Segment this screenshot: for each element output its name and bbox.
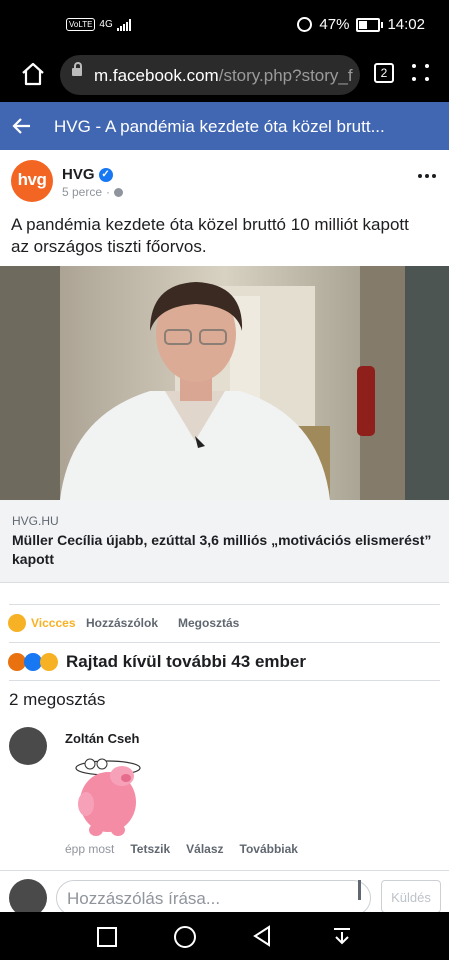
page-name[interactable]: HVG — [62, 166, 95, 183]
status-bar: VoLTE 4G 47% 14:02 — [0, 0, 449, 50]
tab-switcher-button[interactable]: 2 — [374, 63, 394, 83]
post-header: hvg HVG ✓ 5 perce · — [0, 150, 449, 210]
avatar[interactable] — [9, 727, 47, 765]
link-domain: HVG.HU — [12, 514, 59, 528]
clock: 14:02 — [387, 16, 425, 33]
battery-icon — [356, 17, 384, 32]
comment-input[interactable]: Hozzászólás írása... — [56, 880, 371, 916]
hallway-photo — [0, 266, 449, 500]
browser-menu-icon[interactable] — [412, 64, 432, 84]
signal-icon — [116, 18, 131, 31]
navigation-bar — [0, 912, 449, 960]
comment-actions: épp most Tetszik Válasz Továbbiak — [65, 842, 298, 856]
alarm-icon — [297, 17, 313, 32]
home-icon[interactable] — [20, 62, 46, 86]
recents-icon[interactable] — [97, 927, 117, 947]
comment-button[interactable]: Hozzászólok — [86, 616, 158, 630]
reactions-count-text: Rajtad kívül további 43 ember — [66, 652, 306, 671]
comment-composer: Hozzászólás írása... Küldés — [0, 870, 449, 917]
url-text: m.facebook.com/story.php?story_f — [94, 66, 353, 85]
post-text: A pandémia kezdete óta közel bruttó 10 m… — [11, 215, 409, 256]
notification-down-icon[interactable] — [332, 926, 352, 946]
divider — [9, 604, 440, 605]
share-button[interactable]: Megosztás — [178, 616, 239, 630]
comment-time: épp most — [65, 842, 115, 856]
page-avatar[interactable]: hvg — [11, 160, 53, 202]
text-cursor — [358, 880, 361, 900]
page-name-row: HVG ✓ — [62, 166, 113, 183]
pig-sticker — [75, 758, 141, 836]
battery-percent: 47% — [319, 16, 350, 33]
back-arrow-icon[interactable] — [12, 116, 32, 136]
haha-reaction-icon — [40, 653, 58, 671]
post-meta: 5 perce · — [62, 185, 124, 199]
back-nav-icon[interactable] — [252, 925, 272, 947]
more-options-icon[interactable] — [418, 174, 436, 180]
reply-button[interactable]: Válasz — [186, 842, 223, 856]
link-preview[interactable]: HVG.HU Müller Cecília újabb, ezúttal 3,6… — [0, 500, 449, 583]
send-button[interactable]: Küldés — [381, 880, 441, 913]
comment-author[interactable]: Zoltán Cseh — [65, 731, 139, 746]
reactions-summary[interactable]: Rajtad kívül további 43 ember — [0, 643, 449, 679]
post-time[interactable]: 5 perce — [62, 185, 102, 199]
post-actions: Viccces Hozzászólok Megosztás — [0, 606, 449, 642]
link-title: Müller Cecília újabb, ezúttal 3,6 millió… — [12, 532, 432, 567]
browser-toolbar: m.facebook.com/story.php?story_f 2 — [0, 50, 449, 102]
network-type: 4G — [99, 19, 113, 30]
story-header: HVG - A pandémia kezdete óta közel brutt… — [0, 102, 449, 150]
home-nav-icon[interactable] — [174, 926, 196, 948]
globe-icon — [114, 187, 124, 197]
share-count[interactable]: 2 megosztás — [9, 690, 105, 710]
divider — [9, 680, 440, 681]
reaction-button[interactable]: Viccces — [31, 616, 76, 630]
volte-indicator: VoLTE — [66, 18, 96, 31]
post-image[interactable] — [0, 266, 449, 500]
verified-badge-icon: ✓ — [98, 167, 113, 182]
lock-icon — [72, 62, 82, 76]
meta-separator: · — [106, 185, 111, 199]
page-title: HVG - A pandémia kezdete óta közel brutt… — [54, 117, 385, 136]
haha-reaction-icon — [8, 614, 26, 632]
more-button[interactable]: Továbbiak — [240, 842, 298, 856]
like-comment-button[interactable]: Tetszik — [130, 842, 170, 856]
address-bar[interactable]: m.facebook.com/story.php?story_f — [60, 55, 360, 95]
